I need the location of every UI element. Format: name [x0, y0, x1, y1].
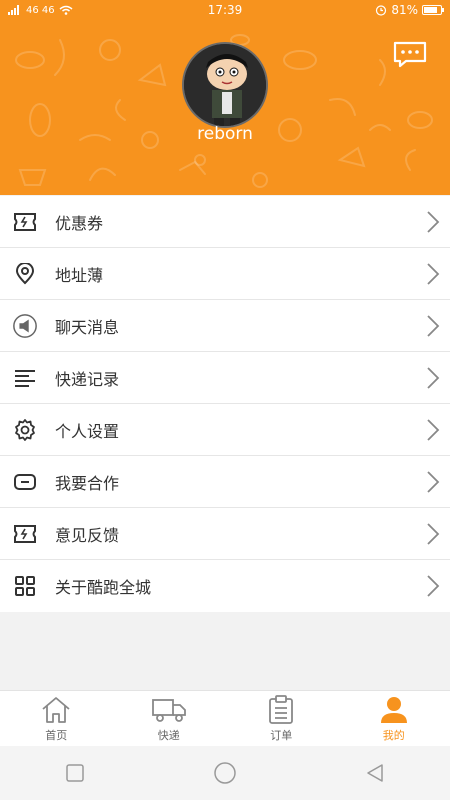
feedback-ticket-icon	[12, 521, 38, 547]
signal-text: 46 46	[26, 4, 55, 16]
tab-label: 首页	[45, 728, 68, 742]
menu-item-label: 快递记录	[55, 369, 120, 389]
menu-list: 优惠券 地址薄 聊天消息 快递记录 个人设置 我要合作 意见反馈 关于酷跑全城	[0, 196, 450, 612]
signal-icon	[8, 5, 19, 15]
battery-text: 81%	[391, 3, 418, 17]
status-bar: 46 46 17:39 81%	[0, 0, 450, 20]
tab-orders[interactable]: 订单	[225, 691, 338, 746]
location-pin-icon	[12, 261, 38, 287]
tab-label: 我的	[382, 728, 405, 742]
menu-item-chat-messages[interactable]: 聊天消息	[0, 300, 450, 352]
home-nav-button[interactable]	[210, 758, 240, 788]
avatar-image	[184, 44, 266, 126]
tab-home[interactable]: 首页	[0, 691, 113, 746]
chevron-right-icon	[427, 211, 440, 233]
chevron-right-icon	[427, 263, 440, 285]
signal-indicators: 46 46	[8, 5, 158, 16]
menu-item-personal-settings[interactable]: 个人设置	[0, 404, 450, 456]
menu-item-cooperate[interactable]: 我要合作	[0, 456, 450, 508]
username: reborn	[197, 124, 253, 144]
menu-item-coupon[interactable]: 优惠券	[0, 196, 450, 248]
gear-icon	[12, 417, 38, 443]
system-nav-bar	[0, 746, 450, 800]
tab-label: 快递	[157, 728, 180, 742]
cooperate-icon	[12, 469, 38, 495]
bottom-tab-bar: 首页 快递 订单 我的	[0, 690, 450, 746]
coupon-icon	[12, 209, 38, 235]
alarm-icon	[376, 5, 387, 16]
menu-item-label: 意见反馈	[55, 525, 120, 545]
chevron-right-icon	[427, 575, 440, 597]
status-time: 17:39	[207, 3, 243, 17]
square-icon	[66, 764, 84, 782]
avatar[interactable]	[182, 42, 268, 128]
grid-icon	[12, 573, 38, 599]
chat-bubble-icon	[393, 41, 427, 68]
menu-item-label: 地址薄	[55, 265, 104, 285]
menu-item-label: 个人设置	[55, 421, 120, 441]
menu-item-label: 我要合作	[55, 473, 120, 493]
menu-item-about[interactable]: 关于酷跑全城	[0, 560, 450, 612]
tab-express[interactable]: 快递	[113, 691, 226, 746]
menu-item-label: 关于酷跑全城	[55, 578, 152, 597]
chevron-right-icon	[427, 419, 440, 441]
truck-icon	[151, 695, 186, 725]
chevron-right-icon	[427, 523, 440, 545]
menu-item-address-book[interactable]: 地址薄	[0, 248, 450, 300]
recent-apps-button[interactable]	[60, 758, 90, 788]
tab-mine[interactable]: 我的	[338, 691, 450, 746]
megaphone-icon	[12, 313, 38, 339]
circle-icon	[214, 762, 236, 784]
menu-item-label: 优惠券	[55, 213, 104, 233]
back-button[interactable]	[360, 758, 390, 788]
chevron-right-icon	[427, 471, 440, 493]
battery-icon	[422, 5, 444, 15]
person-icon	[377, 695, 411, 725]
menu-item-feedback[interactable]: 意见反馈	[0, 508, 450, 560]
list-icon	[12, 365, 38, 391]
chevron-right-icon	[427, 367, 440, 389]
menu-item-express-records[interactable]: 快递记录	[0, 352, 450, 404]
home-icon	[39, 695, 73, 725]
back-triangle-icon	[367, 764, 383, 782]
wifi-icon	[59, 5, 73, 15]
clipboard-icon	[264, 694, 298, 725]
menu-item-label: 聊天消息	[55, 317, 120, 337]
message-button[interactable]	[392, 40, 428, 68]
chevron-right-icon	[427, 315, 440, 337]
tab-label: 订单	[270, 728, 293, 742]
profile-header: reborn	[0, 20, 450, 195]
